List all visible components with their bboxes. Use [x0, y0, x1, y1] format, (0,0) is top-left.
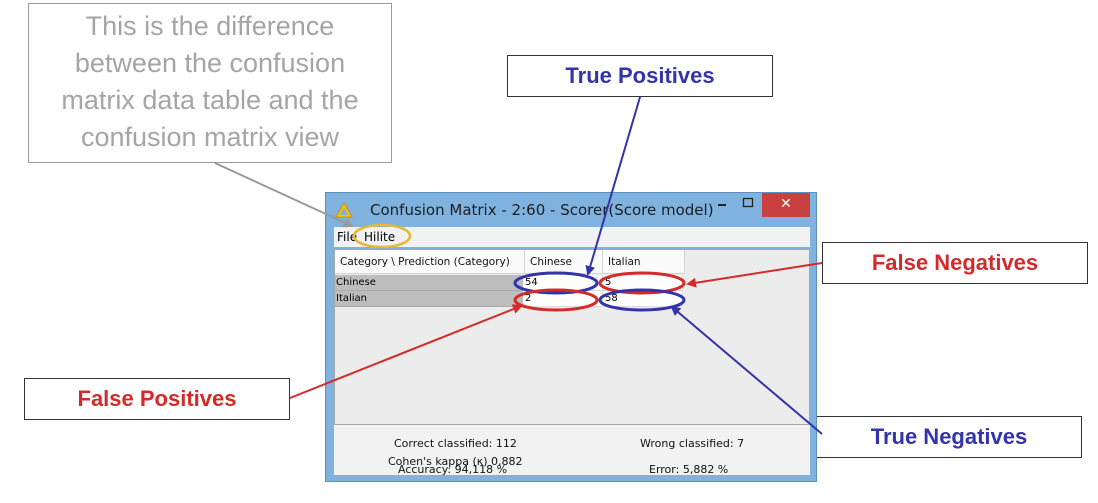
cell-chinese-chinese[interactable]: 54 — [523, 275, 603, 291]
corner-header[interactable]: Category \ Prediction (Category) — [335, 250, 525, 274]
note-line-3: matrix data table and the — [61, 85, 359, 115]
explanation-note: This is the difference between the confu… — [28, 3, 392, 163]
minimize-button[interactable] — [710, 193, 734, 217]
menu-hilite[interactable]: Hilite — [364, 230, 395, 244]
close-button[interactable]: ✕ — [762, 193, 810, 217]
note-line-4: confusion matrix view — [80, 122, 340, 152]
false-negatives-label: False Negatives — [822, 242, 1088, 284]
knime-triangle-icon — [335, 202, 353, 218]
true-negatives-label: True Negatives — [816, 416, 1082, 458]
cell-italian-chinese[interactable]: 2 — [523, 291, 603, 307]
maximize-icon — [742, 197, 754, 208]
confusion-matrix-window: Confusion Matrix - 2:60 - Scorer(Score m… — [325, 192, 817, 482]
false-positives-label: False Positives — [24, 378, 290, 420]
cell-italian-italian[interactable]: 58 — [603, 291, 683, 307]
minimize-icon — [718, 204, 726, 206]
maximize-button[interactable] — [736, 193, 760, 217]
close-icon: ✕ — [780, 196, 792, 212]
row-header-italian[interactable]: Italian — [335, 291, 523, 307]
correct-classified: Correct classified: 112 — [394, 437, 517, 450]
row-header-chinese[interactable]: Chinese — [335, 275, 523, 291]
wrong-classified: Wrong classified: 7 — [640, 437, 745, 450]
error: Error: 5,882 % — [649, 463, 729, 476]
cell-chinese-italian[interactable]: 5 — [603, 275, 683, 291]
menu-file[interactable]: File — [337, 230, 357, 244]
window-title: Confusion Matrix - 2:60 - Scorer(Score m… — [370, 201, 714, 219]
true-positives-label: True Positives — [507, 55, 773, 97]
title-bar[interactable]: Confusion Matrix - 2:60 - Scorer(Score m… — [326, 193, 816, 227]
note-line-1: This is the difference — [85, 11, 335, 41]
confusion-table: Category \ Prediction (Category) Chinese… — [334, 249, 810, 425]
menu-bar: File Hilite — [334, 227, 810, 247]
col-header-chinese[interactable]: Chinese — [525, 250, 603, 274]
note-line-2: between the confusion — [74, 48, 346, 78]
cohens-kappa: Cohen's kappa (κ) 0,882 — [388, 455, 523, 468]
col-header-italian[interactable]: Italian — [603, 250, 685, 274]
